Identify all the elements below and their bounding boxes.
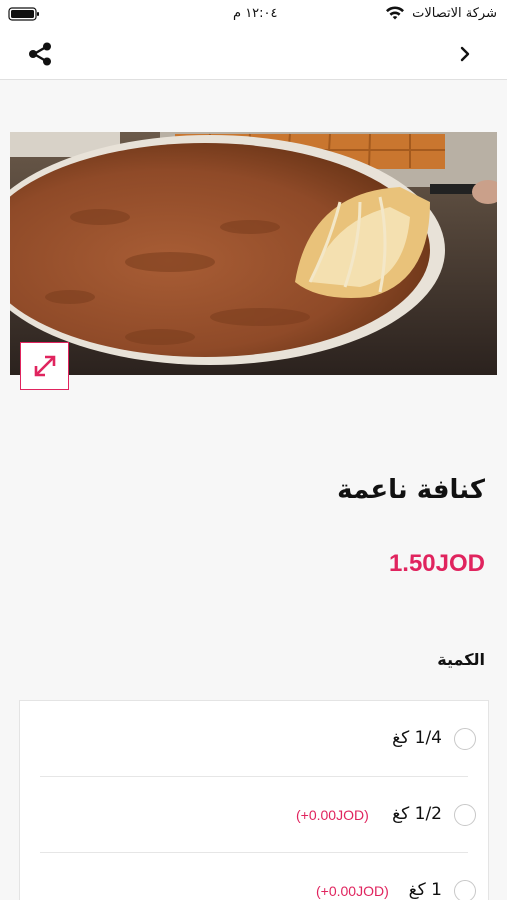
product-title: كنافة ناعمة (337, 475, 485, 505)
option-price-extra: (+0.00JOD) (316, 883, 389, 899)
option-label: 1/2 كغ (392, 804, 442, 824)
product-price: 1.50JOD (388, 550, 485, 577)
expand-arrows-icon (34, 355, 55, 377)
option-price-extra: (+0.00JOD) (296, 807, 369, 823)
carrier-name: شركة الاتصالات (412, 6, 497, 21)
quantity-options: 1/4 كغ 1/2 كغ (+0.00JOD) 1 كغ (+0.00JOD) (19, 700, 489, 900)
radio-button[interactable] (454, 880, 476, 900)
option-label: 1 كغ (408, 880, 442, 900)
navigation-bar (0, 30, 507, 80)
radio-button[interactable] (454, 728, 476, 750)
option-half-kg[interactable]: 1/2 كغ (+0.00JOD) (40, 777, 476, 853)
status-time: ١٢:٠٤ م (233, 6, 278, 21)
wifi-icon (386, 6, 404, 20)
radio-button[interactable] (454, 804, 476, 826)
share-icon[interactable] (26, 40, 54, 68)
status-bar: شركة الاتصالات ١٢:٠٤ م (0, 0, 507, 30)
option-label: 1/4 كغ (392, 728, 442, 748)
expand-image-button[interactable] (20, 342, 69, 390)
option-quarter-kg[interactable]: 1/4 كغ (40, 701, 476, 777)
option-one-kg[interactable]: 1 كغ (+0.00JOD) (40, 853, 476, 900)
quantity-label: الكمية (437, 650, 485, 669)
product-image (10, 132, 497, 375)
chevron-right-icon[interactable] (459, 42, 473, 66)
battery-icon (8, 7, 39, 21)
